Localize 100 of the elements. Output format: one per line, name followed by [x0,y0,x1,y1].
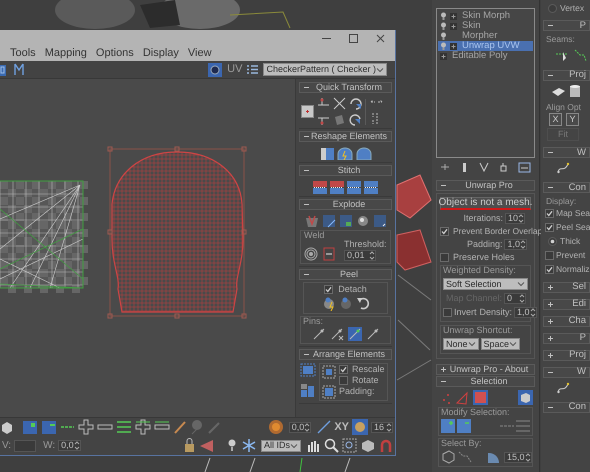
stack-item[interactable]: Skin Morph [438,11,533,21]
spinner-icon[interactable] [519,294,525,303]
radio-button[interactable] [548,237,557,246]
straighten-icon[interactable] [320,146,334,160]
axis-button[interactable]: X [549,113,562,126]
stitch-icon[interactable] [364,180,378,194]
spinner-icon[interactable] [518,214,524,223]
zoom-icon[interactable] [324,438,339,453]
rollout-header[interactable]: Quick Transform [299,82,392,93]
seam-icon[interactable] [574,48,587,62]
rollout-header[interactable]: Con [543,402,590,412]
shrink-icon[interactable] [41,420,57,434]
curve-icon[interactable] [557,161,570,175]
undo-icon[interactable] [356,296,370,311]
stitch-icon[interactable] [330,180,344,194]
stack-item[interactable]: Morpher [438,31,533,41]
menu-item[interactable]: Mapping [44,48,87,59]
target-icon[interactable] [304,247,318,261]
dropdown[interactable]: CheckerPattern ( Checker ) [263,63,387,76]
snowflake-icon[interactable] [242,438,256,453]
spinner-icon[interactable] [74,441,80,450]
expand-icon[interactable] [450,42,457,50]
spacing-icon[interactable] [370,112,379,124]
radio-button[interactable] [548,4,557,12]
bulb-icon[interactable] [440,42,447,50]
pack-icon[interactable] [322,365,336,379]
spinner-field[interactable]: 0,0 [288,422,312,432]
curve-icon[interactable] [557,380,570,394]
lines-icon[interactable] [516,419,530,433]
spinner-field[interactable]: 0 [504,293,526,304]
arch-icon[interactable] [356,146,372,160]
checkbox[interactable] [545,209,554,218]
expand-icon[interactable] [450,12,457,20]
input-field[interactable] [14,440,36,452]
sphere-icon[interactable] [356,214,370,228]
spinner-field[interactable]: 1,0 [514,307,537,318]
selection-icon[interactable] [0,64,6,76]
funnel-icon[interactable] [478,162,488,172]
pin-icon[interactable] [330,327,344,341]
sphere-icon[interactable] [268,419,284,435]
rollout-header[interactable]: Sel [543,282,590,292]
lock-icon[interactable] [182,438,196,453]
stack-item[interactable]: Skin [438,21,533,31]
spacing-icon[interactable] [370,98,383,104]
checkbox[interactable] [545,251,554,260]
rollout-header[interactable]: Selection [436,376,535,387]
close-icon[interactable] [376,34,385,42]
lines-icon[interactable] [116,419,132,435]
menu-item[interactable]: View [188,48,212,59]
spinner-field[interactable]: 0,01 [344,250,376,261]
expand-icon[interactable] [450,22,457,30]
bulb-icon[interactable] [440,12,447,20]
rollout-header[interactable]: Con [543,182,590,193]
square-icon[interactable] [301,105,314,118]
line-icon[interactable] [317,420,332,434]
checker-icon[interactable] [208,62,222,76]
stack-item[interactable]: Unwrap UVW [438,41,533,51]
checkbox[interactable] [324,285,334,294]
status-button[interactable]: Object is not a mesh. [440,197,531,210]
grid-icon[interactable] [322,214,336,228]
dropdown[interactable]: All IDs [260,440,301,452]
configure-icon[interactable] [518,162,531,172]
rollout-header[interactable]: Cha [543,316,590,326]
rollout-header[interactable]: Edi [543,298,590,310]
diagonal-icon[interactable] [333,97,346,110]
rotate-icon[interactable] [349,113,362,126]
maximize-icon[interactable] [349,34,358,42]
dropdown[interactable]: None [443,338,479,350]
checkbox[interactable] [545,265,554,274]
mirror-icon[interactable] [14,63,25,76]
menu-item[interactable]: Tools [10,48,36,59]
rotate-icon[interactable] [349,97,362,110]
checkbox[interactable] [545,223,554,232]
plus-icon[interactable] [78,419,94,435]
grid-icon[interactable] [338,214,352,228]
menu-item[interactable]: Display [142,48,179,59]
pack-icon[interactable] [322,385,336,399]
dropdown[interactable]: Soft Selection [443,278,528,290]
spinner-icon[interactable] [369,251,375,260]
checkbox[interactable] [443,308,452,317]
relax-icon[interactable] [336,146,352,160]
spinner-icon[interactable] [520,240,526,249]
path-icon[interactable] [458,450,472,464]
bulb-icon[interactable] [440,22,447,30]
checkbox[interactable] [440,227,449,236]
angle-icon[interactable] [487,450,501,464]
spinner-field[interactable]: 16 [371,422,393,432]
menu-item[interactable]: Options [96,48,134,59]
checkbox[interactable] [339,376,348,385]
grow-icon[interactable] [22,420,38,434]
bulb-icon[interactable] [440,32,447,40]
pin-icon[interactable] [348,327,362,341]
rollout-header[interactable]: Arrange Elements [299,349,392,360]
spinner-field[interactable]: 0,0 [58,440,81,451]
rollout-header[interactable]: Unwrap Pro - About [436,364,535,375]
cylinder-icon[interactable] [569,84,580,98]
cube-icon[interactable] [441,450,455,464]
checkbox[interactable] [440,253,449,262]
pin-icon[interactable] [366,327,380,341]
rollout-header[interactable]: Stitch [299,165,392,176]
